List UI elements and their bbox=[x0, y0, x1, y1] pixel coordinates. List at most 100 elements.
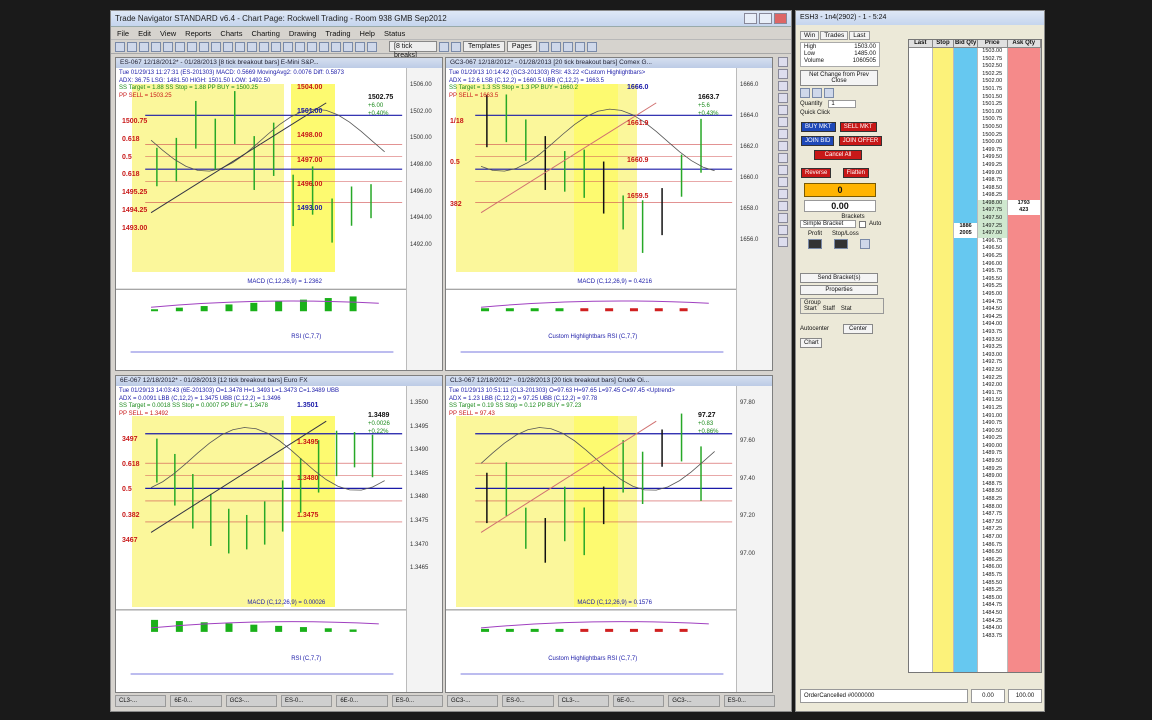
ladder-cell[interactable] bbox=[933, 56, 954, 64]
ladder-cell[interactable] bbox=[1008, 473, 1040, 481]
ladder-cell[interactable] bbox=[933, 314, 954, 322]
ladder-cell[interactable]: 1487.75 bbox=[978, 511, 1007, 519]
ladder-cell[interactable] bbox=[1008, 580, 1040, 588]
ladder-cell[interactable] bbox=[954, 375, 977, 383]
ladder-cell[interactable]: 1497.75 bbox=[977, 207, 1007, 216]
ladder-cell[interactable]: 1487.00 bbox=[978, 534, 1007, 542]
chart-title[interactable]: CL3-067 12/18/2012* - 01/28/2013 [20 tic… bbox=[446, 376, 772, 386]
ladder-cell[interactable] bbox=[954, 420, 977, 428]
ladder-cell[interactable] bbox=[1008, 466, 1040, 474]
ladder-cell[interactable]: 1501.25 bbox=[978, 101, 1007, 109]
ladder-cell[interactable]: 1486.00 bbox=[978, 564, 1007, 572]
ladder-cell[interactable]: 1486.50 bbox=[978, 549, 1007, 557]
ladder-cell[interactable] bbox=[933, 458, 954, 466]
ladder-cell[interactable]: 1498.50 bbox=[978, 185, 1007, 193]
ladder-header-cell[interactable]: Price bbox=[978, 40, 1008, 47]
pen-tool-icon[interactable] bbox=[778, 189, 788, 199]
ladder-cell[interactable] bbox=[1008, 283, 1040, 291]
ladder-cell[interactable]: 1492.00 bbox=[978, 382, 1007, 390]
profit-input[interactable] bbox=[808, 239, 822, 249]
menu-item-trading[interactable]: Trading bbox=[325, 29, 350, 38]
ladder-cell[interactable] bbox=[1008, 602, 1040, 610]
ladder-cell[interactable] bbox=[954, 268, 977, 276]
ladder-cell[interactable] bbox=[1008, 238, 1040, 246]
price-plot[interactable] bbox=[446, 386, 738, 693]
chart-button[interactable]: Chart bbox=[800, 338, 822, 348]
ladder-cell[interactable] bbox=[909, 268, 932, 276]
ladder-header-cell[interactable]: Ask Qty bbox=[1008, 40, 1041, 47]
ladder-cell[interactable] bbox=[954, 299, 977, 307]
ladder-cell[interactable] bbox=[909, 238, 932, 246]
delete-tool-icon[interactable] bbox=[778, 237, 788, 247]
ladder-cell[interactable]: 1496.25 bbox=[978, 253, 1007, 261]
ladder-cell[interactable] bbox=[909, 154, 932, 162]
ladder-cell[interactable]: 1494.75 bbox=[978, 299, 1007, 307]
text-tool-icon[interactable] bbox=[778, 117, 788, 127]
ladder-cell[interactable] bbox=[1008, 124, 1040, 132]
ladder-cell[interactable] bbox=[933, 291, 954, 299]
flatten-button[interactable]: Flatten bbox=[842, 168, 869, 178]
ladder-cell[interactable] bbox=[1008, 109, 1040, 117]
ladder-cell[interactable]: 1503.00 bbox=[978, 48, 1007, 56]
ladder-cell[interactable] bbox=[1008, 526, 1040, 534]
grid-icon[interactable] bbox=[295, 41, 305, 52]
hline-tool-icon[interactable] bbox=[778, 81, 788, 91]
print-icon[interactable] bbox=[151, 41, 161, 52]
ladder-cell[interactable] bbox=[909, 253, 932, 261]
ladder-cell[interactable] bbox=[933, 215, 954, 223]
ladder-cell[interactable] bbox=[933, 185, 954, 193]
alert-icon[interactable] bbox=[355, 41, 365, 52]
spin-down-icon[interactable] bbox=[800, 88, 810, 98]
ladder-header-cell[interactable]: Stop bbox=[933, 40, 955, 47]
ladder-cell[interactable] bbox=[909, 413, 932, 421]
ladder-cell[interactable]: 1495.75 bbox=[978, 268, 1007, 276]
ladder-cell[interactable] bbox=[909, 420, 932, 428]
tile-icon[interactable] bbox=[343, 41, 353, 52]
ladder-cell[interactable] bbox=[933, 466, 954, 474]
ladder-cell[interactable] bbox=[909, 56, 932, 64]
ladder-cell[interactable]: 1500.75 bbox=[978, 116, 1007, 124]
ladder-cell[interactable]: 1491.25 bbox=[978, 405, 1007, 413]
ladder-cell[interactable]: 1499.75 bbox=[978, 147, 1007, 155]
ladder-cell[interactable] bbox=[1008, 162, 1040, 170]
chart-pane-cl[interactable]: CL3-067 12/18/2012* - 01/28/2013 [20 tic… bbox=[445, 375, 773, 693]
cursor-icon[interactable] bbox=[175, 41, 185, 52]
zoom-icon[interactable] bbox=[163, 41, 173, 52]
ladder-cell[interactable] bbox=[954, 488, 977, 496]
ladder-cell[interactable]: 1488.25 bbox=[978, 496, 1007, 504]
ladder-cell[interactable] bbox=[954, 147, 977, 155]
ladder-cell[interactable]: 1488.75 bbox=[978, 481, 1007, 489]
ladder-cell[interactable] bbox=[954, 94, 977, 102]
ladder-cell[interactable] bbox=[909, 519, 932, 527]
ladder-cell[interactable] bbox=[933, 253, 954, 261]
ladder-cell[interactable] bbox=[954, 382, 977, 390]
ladder-cell[interactable] bbox=[909, 375, 932, 383]
ladder-cell[interactable] bbox=[933, 557, 954, 565]
ladder-cell[interactable]: 1491.75 bbox=[978, 390, 1007, 398]
ladder-cell[interactable] bbox=[933, 132, 954, 140]
price-axis[interactable]: 1506.00 1502.00 1500.00 1498.00 1496.00 1494.… bbox=[406, 68, 442, 370]
ladder-cell[interactable]: 1484.50 bbox=[978, 610, 1007, 618]
ladder-cell[interactable]: 1502.75 bbox=[978, 56, 1007, 64]
ladder-cell[interactable] bbox=[954, 633, 977, 641]
ladder-cell[interactable] bbox=[933, 473, 954, 481]
ladder-cell[interactable] bbox=[954, 344, 977, 352]
ladder-cell[interactable] bbox=[933, 71, 954, 79]
ladder-cell[interactable] bbox=[909, 329, 932, 337]
ladder-cell[interactable] bbox=[933, 405, 954, 413]
chart-pane-es[interactable]: ES-067 12/18/2012* - 01/28/2013 [8 tick … bbox=[115, 57, 443, 371]
ladder-cell[interactable] bbox=[954, 557, 977, 565]
ladder-cell[interactable]: 1484.75 bbox=[978, 602, 1007, 610]
ladder-cell[interactable] bbox=[909, 534, 932, 542]
ladder-cell[interactable] bbox=[909, 557, 932, 565]
ladder-cell[interactable] bbox=[909, 200, 932, 208]
ladder-cell[interactable] bbox=[933, 367, 954, 375]
ladder-cell[interactable] bbox=[933, 329, 954, 337]
ladder-cell[interactable] bbox=[954, 71, 977, 79]
ladder-cell[interactable] bbox=[1008, 352, 1040, 360]
draw-icon[interactable] bbox=[538, 41, 549, 52]
ladder-cell[interactable] bbox=[954, 481, 977, 489]
ladder-cell[interactable] bbox=[909, 185, 932, 193]
ladder-cell[interactable]: 1499.50 bbox=[978, 154, 1007, 162]
net-change-button[interactable]: Net Change from Prev Close bbox=[800, 70, 878, 86]
